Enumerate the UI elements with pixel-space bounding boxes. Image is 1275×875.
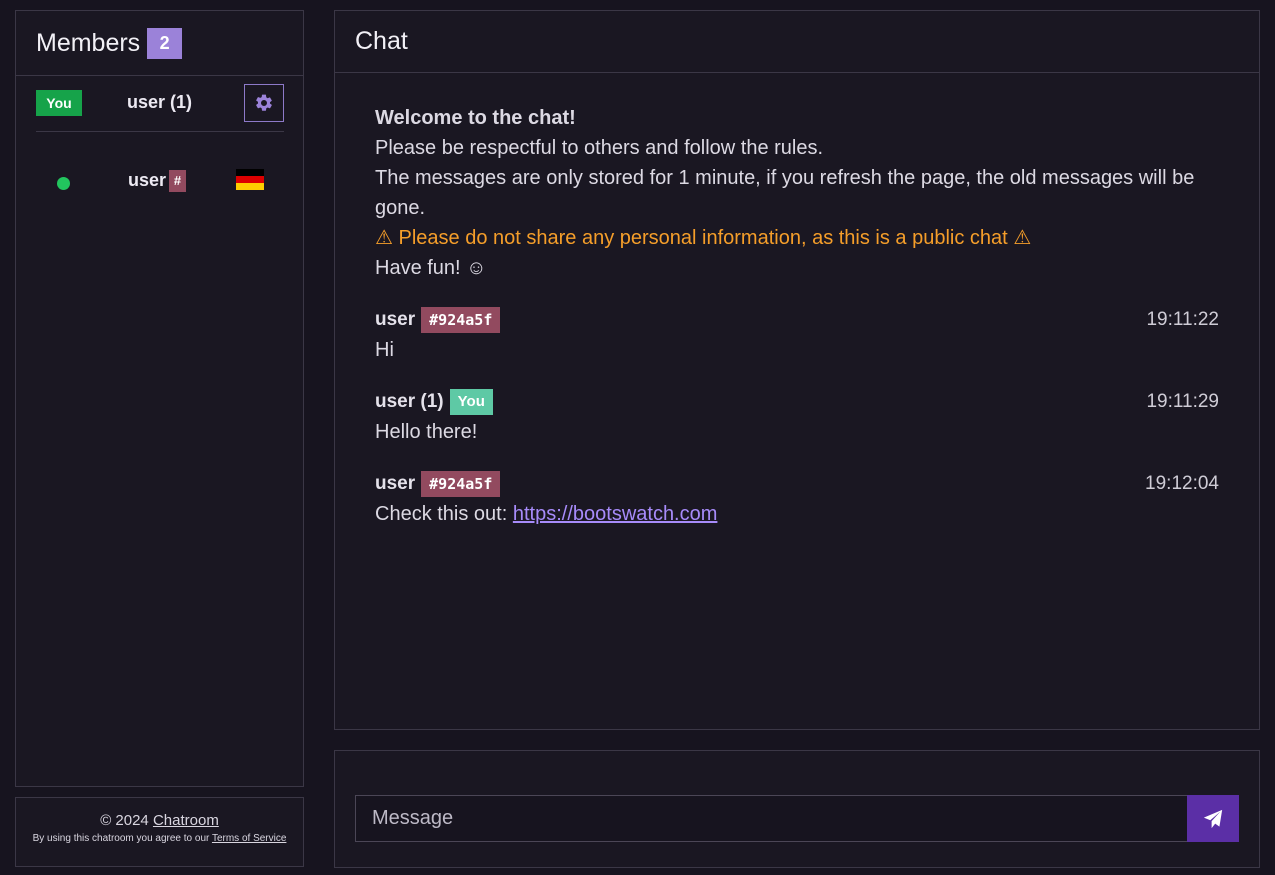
chat-header: Chat (335, 11, 1259, 73)
chatroom-link[interactable]: Chatroom (153, 812, 219, 829)
welcome-text: The messages are only stored for 1 minut… (375, 167, 1195, 219)
chat-title: Chat (355, 27, 408, 55)
message-input[interactable] (355, 795, 1188, 842)
member-row-other: user # (36, 166, 284, 196)
member-row-self: You user (1) (36, 84, 284, 132)
welcome-message: Welcome to the chat! Please be respectfu… (375, 103, 1219, 283)
online-status-icon (57, 177, 70, 190)
privacy-warning: ⚠ Please do not share any personal infor… (375, 227, 1032, 249)
welcome-text: Please be respectful to others and follo… (375, 137, 824, 159)
message-text: Hello there! (375, 421, 478, 443)
chat-message: user (1) You 19:11:29 Hello there! (375, 387, 1219, 447)
members-panel: Members 2 You user (1) user # (15, 10, 304, 787)
you-badge: You (449, 389, 493, 415)
message-time: 19:12:04 (1145, 473, 1219, 494)
member-name: user (128, 170, 167, 190)
message-text: Hi (375, 339, 394, 361)
message-author: user (1) (375, 391, 444, 412)
message-author: user (375, 309, 416, 330)
message-author-tag: #924a5f (421, 471, 501, 497)
members-count-badge: 2 (147, 27, 183, 59)
message-time: 19:11:22 (1146, 309, 1219, 330)
terms-text: By using this chatroom you agree to our (32, 833, 210, 844)
copyright-line: © 2024 Chatroom (16, 812, 303, 829)
message-list: Welcome to the chat! Please be respectfu… (375, 103, 1219, 529)
message-author: user (375, 473, 416, 494)
terms-of-service-link[interactable]: Terms of Service (212, 833, 286, 844)
members-header: Members 2 (16, 11, 303, 76)
chat-message: user #924a5f 19:12:04 Check this out: ht… (375, 469, 1219, 529)
chat-panel: Chat Welcome to the chat! Please be resp… (334, 10, 1260, 730)
germany-flag-icon (236, 169, 264, 190)
gear-icon (256, 94, 272, 111)
message-text: Check this out: https://bootswatch.com (375, 499, 1219, 529)
message-text-prefix: Check this out: (375, 503, 508, 525)
send-button[interactable] (1187, 795, 1239, 842)
member-tag: # (169, 170, 186, 192)
member-name: user (1) (127, 92, 193, 112)
welcome-text: Have fun! ☺ (375, 257, 487, 279)
chat-message: user #924a5f 19:11:22 Hi (375, 305, 1219, 365)
message-time: 19:11:29 (1146, 391, 1219, 412)
terms-line: By using this chatroom you agree to our … (16, 833, 303, 844)
you-badge: You (36, 90, 82, 116)
footer: © 2024 Chatroom By using this chatroom y… (15, 797, 304, 867)
welcome-title: Welcome to the chat! (375, 107, 576, 129)
members-title: Members (36, 28, 141, 57)
paper-plane-icon (1203, 809, 1223, 828)
message-composer (334, 750, 1260, 868)
copyright-text: © 2024 (100, 812, 149, 829)
message-link[interactable]: https://bootswatch.com (513, 503, 718, 525)
message-author-tag: #924a5f (421, 307, 501, 333)
member-settings-button[interactable] (244, 84, 284, 122)
